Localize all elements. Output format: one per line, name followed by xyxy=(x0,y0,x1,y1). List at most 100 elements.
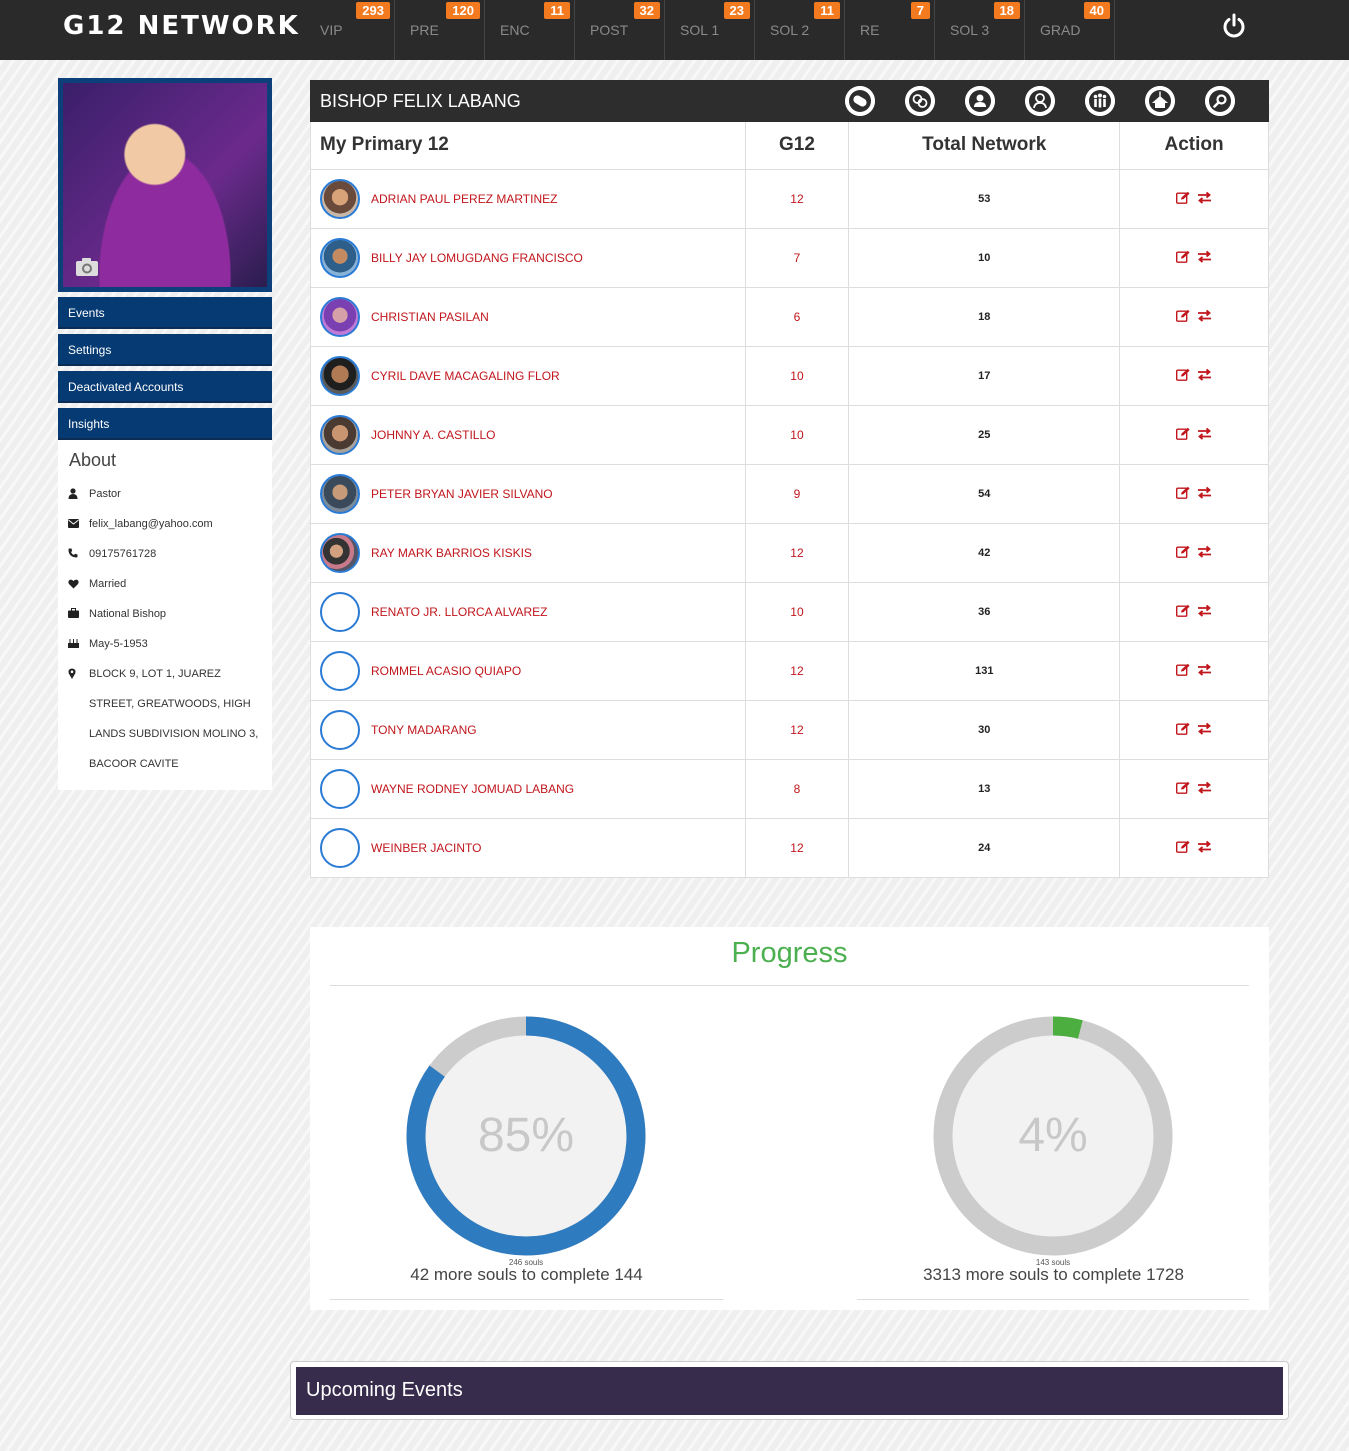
avatar[interactable] xyxy=(320,355,360,396)
member-name-link[interactable]: BILLY JAY LOMUGDANG FRANCISCO xyxy=(371,251,583,265)
sidebar-events-button[interactable]: Events xyxy=(58,297,272,329)
nav-sol3[interactable]: SOL 3 18 xyxy=(935,0,1025,60)
nav-label: SOL 2 xyxy=(770,22,810,38)
nav-label: RE xyxy=(860,22,880,38)
nav-pre[interactable]: PRE 120 xyxy=(395,0,485,60)
g12-count[interactable]: 12 xyxy=(744,522,850,583)
avatar[interactable] xyxy=(320,237,360,278)
edit-icon[interactable] xyxy=(1176,545,1191,558)
edit-icon[interactable] xyxy=(1176,781,1191,794)
sidebar-insights-button[interactable]: Insights xyxy=(58,408,272,440)
edit-icon[interactable] xyxy=(1176,663,1191,676)
person-icon[interactable] xyxy=(965,86,995,116)
nav-re[interactable]: RE 7 xyxy=(845,0,935,60)
sidebar-deactivated-accounts-button[interactable]: Deactivated Accounts xyxy=(58,371,272,403)
nav-label: GRAD xyxy=(1040,22,1081,38)
edit-icon[interactable] xyxy=(1176,486,1191,499)
col-header-g12[interactable]: G12 xyxy=(744,122,850,170)
avatar[interactable] xyxy=(320,768,360,809)
church-icon[interactable] xyxy=(1145,86,1175,116)
member-name-link[interactable]: ROMMEL ACASIO QUIAPO xyxy=(371,664,521,678)
avatar[interactable] xyxy=(320,414,360,455)
search-icon[interactable] xyxy=(1205,86,1235,116)
nav-enc[interactable]: ENC 11 xyxy=(485,0,575,60)
nav-vip[interactable]: VIP 293 xyxy=(305,0,395,60)
avatar[interactable] xyxy=(320,296,360,337)
g12-count[interactable]: 10 xyxy=(744,581,850,642)
nav-grad[interactable]: GRAD 40 xyxy=(1025,0,1115,60)
col-header-total-network[interactable]: Total Network xyxy=(848,122,1121,170)
edit-icon[interactable] xyxy=(1176,368,1191,381)
member-name-link[interactable]: RENATO JR. LLORCA ALVAREZ xyxy=(371,605,548,619)
avatar[interactable] xyxy=(320,650,360,691)
power-icon[interactable] xyxy=(1220,12,1248,40)
avatar[interactable] xyxy=(320,827,360,868)
col-header-primary-12[interactable]: My Primary 12 xyxy=(310,122,746,170)
nav-sol1[interactable]: SOL 1 23 xyxy=(665,0,755,60)
transfer-icon[interactable] xyxy=(1197,781,1212,794)
avatar[interactable] xyxy=(320,591,360,632)
g12-count[interactable]: 12 xyxy=(744,640,850,701)
nav-sol2[interactable]: SOL 2 11 xyxy=(755,0,845,60)
g12-count[interactable]: 12 xyxy=(744,699,850,760)
member-name-link[interactable]: CYRIL DAVE MACAGALING FLOR xyxy=(371,369,560,383)
avatar[interactable] xyxy=(320,532,360,573)
g12-count[interactable]: 8 xyxy=(744,758,850,819)
transfer-icon[interactable] xyxy=(1197,250,1212,263)
g12-count[interactable]: 10 xyxy=(744,404,850,465)
panel-title: BISHOP FELIX LABANG xyxy=(320,91,521,111)
transfer-icon[interactable] xyxy=(1197,663,1212,676)
avatar[interactable] xyxy=(320,709,360,750)
member-info: BILLY JAY LOMUGDANG FRANCISCO xyxy=(311,237,745,278)
edit-icon[interactable] xyxy=(1176,722,1191,735)
member-name-link[interactable]: TONY MADARANG xyxy=(371,723,477,737)
edit-icon[interactable] xyxy=(1176,309,1191,322)
avatar[interactable] xyxy=(320,473,360,514)
transfer-icon[interactable] xyxy=(1197,840,1212,853)
member-name-link[interactable]: ADRIAN PAUL PEREZ MARTINEZ xyxy=(371,192,557,206)
transfer-icon[interactable] xyxy=(1197,604,1212,617)
g12-count[interactable]: 6 xyxy=(744,286,850,347)
brand-logo[interactable]: G12 NETWORK xyxy=(63,11,300,41)
member-name-link[interactable]: JOHNNY A. CASTILLO xyxy=(371,428,495,442)
edit-icon[interactable] xyxy=(1176,191,1191,204)
g12-count[interactable]: 7 xyxy=(744,227,850,288)
birthday-cake-icon xyxy=(68,629,89,659)
upcoming-events-header[interactable]: Upcoming Events xyxy=(296,1367,1283,1415)
group-icon[interactable] xyxy=(1085,86,1115,116)
g12-count[interactable]: 10 xyxy=(744,345,850,406)
member-name-link[interactable]: CHRISTIAN PASILAN xyxy=(371,310,489,324)
member-name-link[interactable]: RAY MARK BARRIOS KISKIS xyxy=(371,546,532,560)
member-name-link[interactable]: PETER BRYAN JAVIER SILVANO xyxy=(371,487,553,501)
transfer-icon[interactable] xyxy=(1197,309,1212,322)
g12-count[interactable]: 12 xyxy=(744,168,850,229)
member-info: PETER BRYAN JAVIER SILVANO xyxy=(311,473,745,514)
member-info: RENATO JR. LLORCA ALVAREZ xyxy=(311,591,745,632)
edit-icon[interactable] xyxy=(1176,840,1191,853)
action-cell xyxy=(1119,345,1269,406)
transfer-icon[interactable] xyxy=(1197,191,1212,204)
transfer-icon[interactable] xyxy=(1197,545,1212,558)
member-name-link[interactable]: WEINBER JACINTO xyxy=(371,841,481,855)
nav-post[interactable]: POST 32 xyxy=(575,0,665,60)
woman-icon[interactable] xyxy=(1025,86,1055,116)
edit-icon[interactable] xyxy=(1176,604,1191,617)
total-network-count: 30 xyxy=(848,699,1121,760)
camera-icon[interactable] xyxy=(75,257,99,277)
transfer-icon[interactable] xyxy=(1197,368,1212,381)
transfer-icon[interactable] xyxy=(1197,486,1212,499)
rings-icon[interactable] xyxy=(905,86,935,116)
edit-icon[interactable] xyxy=(1176,250,1191,263)
avatar[interactable] xyxy=(320,178,360,219)
g12-count[interactable]: 12 xyxy=(744,817,850,878)
sidebar-settings-button[interactable]: Settings xyxy=(58,334,272,366)
g12-count[interactable]: 9 xyxy=(744,463,850,524)
divider xyxy=(330,1299,723,1300)
about-birthday: May-5-1953 xyxy=(68,629,265,659)
pill-icon[interactable] xyxy=(845,86,875,116)
total-network-count: 10 xyxy=(848,227,1121,288)
transfer-icon[interactable] xyxy=(1197,722,1212,735)
transfer-icon[interactable] xyxy=(1197,427,1212,440)
member-name-link[interactable]: WAYNE RODNEY JOMUAD LABANG xyxy=(371,782,574,796)
edit-icon[interactable] xyxy=(1176,427,1191,440)
